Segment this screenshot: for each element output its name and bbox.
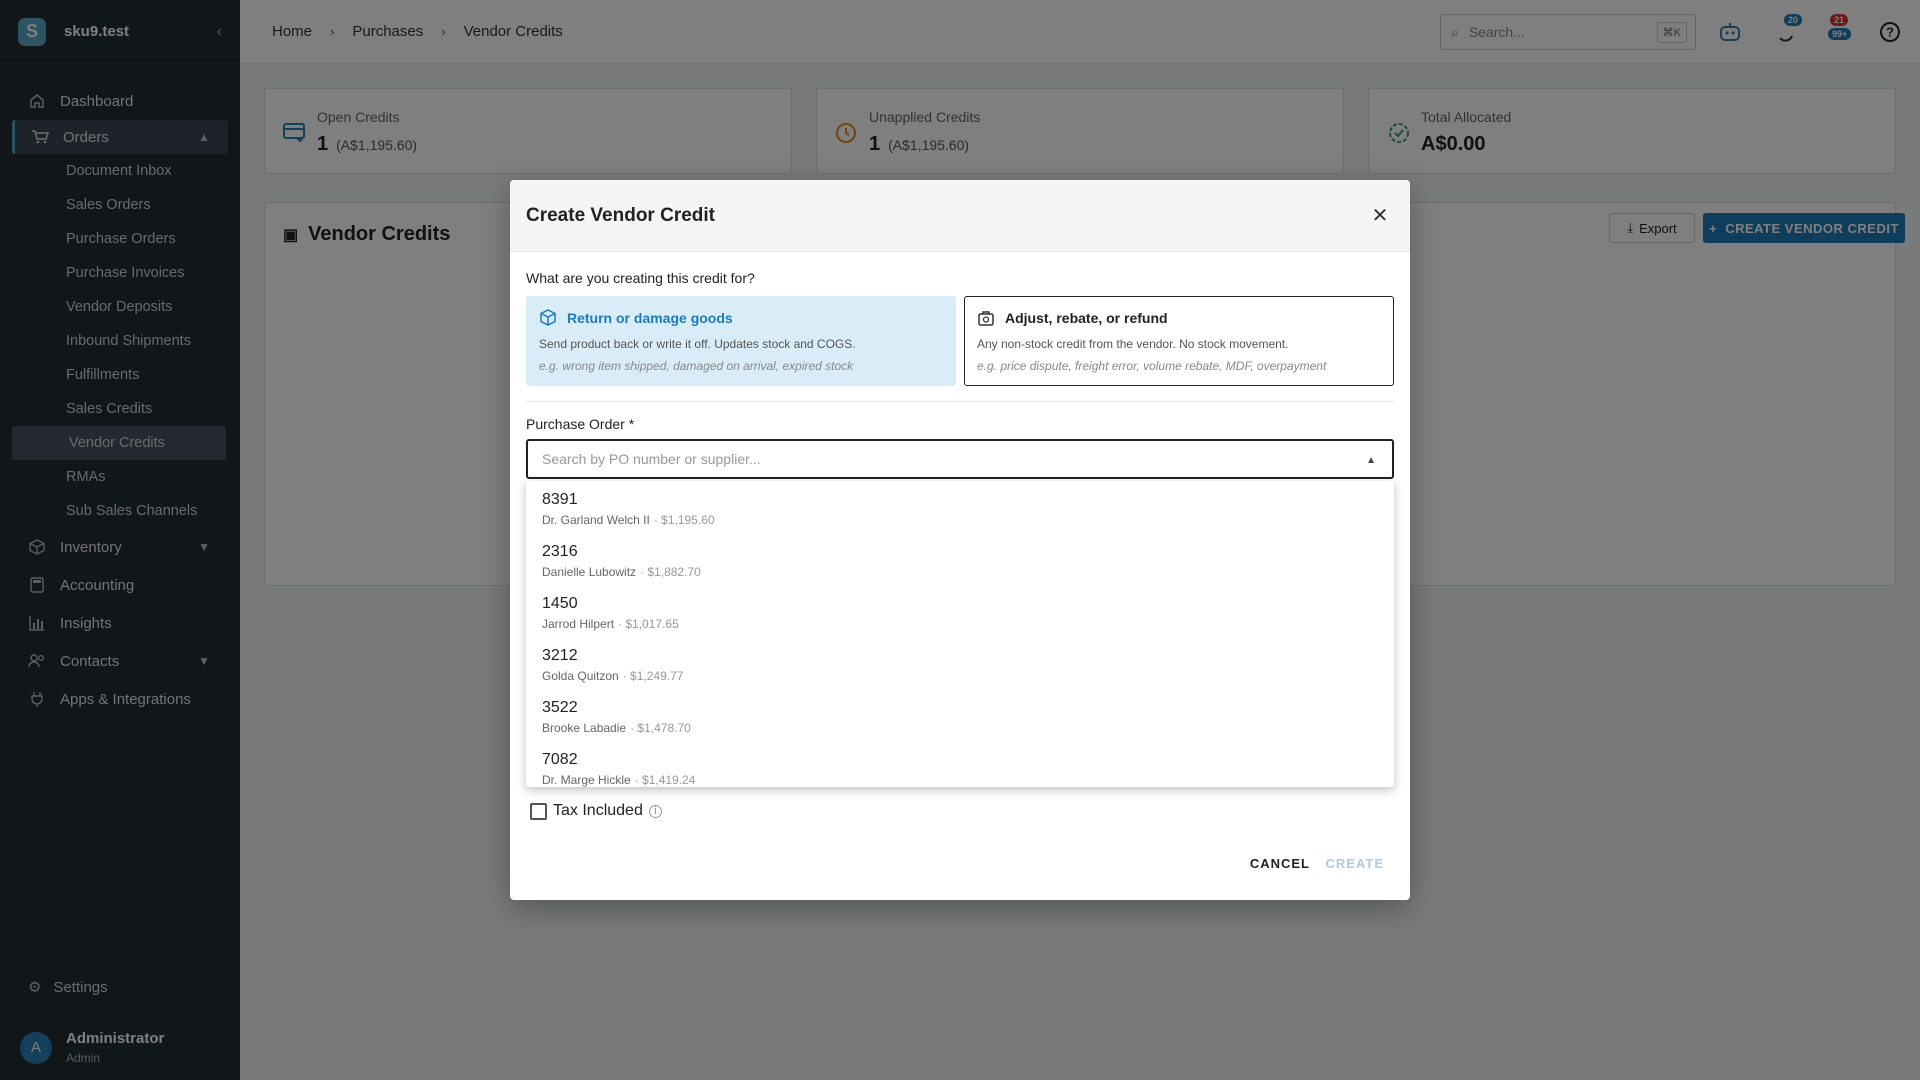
info-icon[interactable]: i [648,804,662,818]
po-option[interactable]: 8391 Dr. Garland Welch II · $1,195.60 [526,481,1394,533]
po-supplier-line: Dr. Garland Welch II · $1,195.60 [542,513,1378,527]
po-amount: · $1,882.70 [640,565,701,579]
receipt-refund-icon [977,309,995,327]
caret-up-icon[interactable]: ▲ [1366,455,1376,466]
po-number: 8391 [542,491,578,508]
create-button[interactable]: CREATE [1326,856,1384,871]
po-supplier-line: Danielle Lubowitz · $1,882.70 [542,565,1378,579]
modal-title: Create Vendor Credit [526,204,715,226]
divider [526,401,1394,402]
purchase-order-search-input[interactable]: Search by PO number or supplier... ▲ [526,439,1394,479]
po-amount: · $1,195.60 [653,513,715,527]
po-supplier: Golda Quitzon [542,669,619,683]
option-description: Any non-stock credit from the vendor. No… [977,337,1289,351]
option-title: Adjust, rebate, or refund [977,309,1381,327]
po-amount: · $1,249.77 [622,669,684,683]
modal-header: Create Vendor Credit ✕ [510,180,1410,252]
po-amount: · $1,478.70 [630,721,691,735]
po-option[interactable]: 7082 Dr. Marge Hickle · $1,419.24 [526,741,1394,787]
purchase-order-dropdown: 8391 Dr. Garland Welch II · $1,195.60 231… [526,481,1394,787]
po-number: 2316 [542,543,578,560]
po-number: 1450 [542,595,578,612]
package-icon [539,309,557,327]
po-supplier-line: Golda Quitzon · $1,249.77 [542,669,1378,683]
po-supplier-line: Jarrod Hilpert · $1,017.65 [542,617,1378,631]
tax-included-row: Tax Included i [530,802,662,820]
close-icon[interactable]: ✕ [1366,203,1394,228]
option-return-damage[interactable]: Return or damage goods Send product back… [526,296,956,386]
option-example: e.g. price dispute, freight error, volum… [977,359,1327,373]
option-title-text: Return or damage goods [567,310,733,326]
po-number: 3212 [542,647,578,664]
po-option[interactable]: 3212 Golda Quitzon · $1,249.77 [526,637,1394,689]
create-vendor-credit-modal: Create Vendor Credit ✕ What are you crea… [510,180,1410,900]
po-amount: · $1,419.24 [634,773,696,787]
purchase-order-label: Purchase Order * [526,416,635,432]
tax-included-label: Tax Included [553,802,643,819]
po-supplier: Dr. Marge Hickle [542,773,631,787]
po-supplier: Danielle Lubowitz [542,565,637,579]
credit-purpose-question: What are you creating this credit for? [526,270,755,286]
option-description: Send product back or write it off. Updat… [539,337,856,351]
po-option[interactable]: 2316 Danielle Lubowitz · $1,882.70 [526,533,1394,585]
po-supplier-line: Dr. Marge Hickle · $1,419.24 [542,773,1378,787]
po-option[interactable]: 3522 Brooke Labadie · $1,478.70 [526,689,1394,741]
option-example: e.g. wrong item shipped, damaged on arri… [539,359,854,373]
po-amount: · $1,017.65 [618,617,679,631]
po-number: 3522 [542,699,578,716]
option-adjust-rebate-refund[interactable]: Adjust, rebate, or refund Any non-stock … [964,296,1394,386]
po-supplier-line: Brooke Labadie · $1,478.70 [542,721,1378,735]
po-supplier: Brooke Labadie [542,721,627,735]
tax-included-checkbox[interactable] [530,802,547,820]
po-option[interactable]: 1450 Jarrod Hilpert · $1,017.65 [526,585,1394,637]
option-title: Return or damage goods [539,309,943,327]
po-supplier: Jarrod Hilpert [542,617,615,631]
cancel-button[interactable]: CANCEL [1250,856,1310,871]
option-title-text: Adjust, rebate, or refund [1005,310,1168,326]
po-placeholder: Search by PO number or supplier... [542,451,761,467]
po-supplier: Dr. Garland Welch II [542,513,650,527]
po-number: 7082 [542,751,578,768]
